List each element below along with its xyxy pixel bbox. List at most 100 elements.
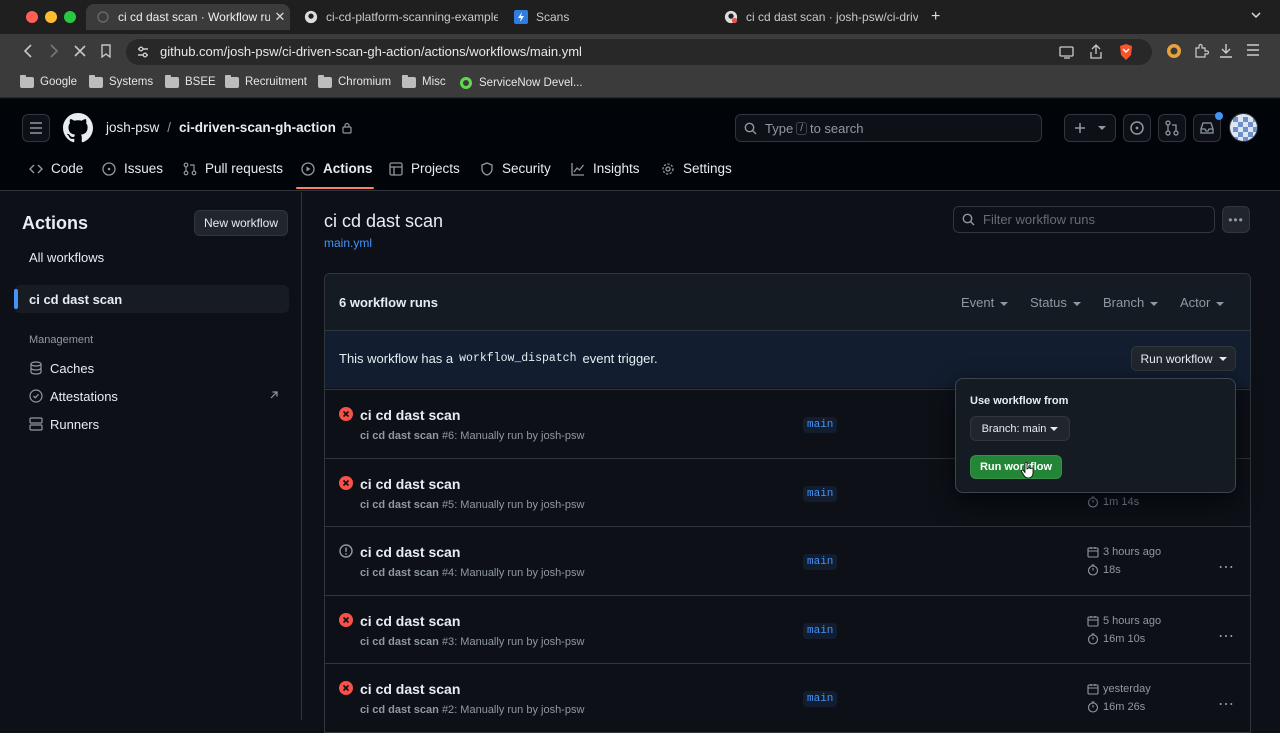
run-workflow-name: ci cd dast scan [360,635,439,648]
bookmark-icon[interactable] [100,44,112,58]
bookmark-recruitment[interactable]: Recruitment [225,74,307,88]
run-workflow-submit-button[interactable]: Run workflow [970,455,1062,479]
browser-tab-run[interactable]: ci cd dast scan · josh-psw/ci-driven [714,4,918,30]
bookmark-servicenow[interactable]: ServiceNow Devel... [459,76,583,90]
run-title[interactable]: ci cd dast scan [360,681,460,697]
loading-icon [96,10,110,24]
cast-icon[interactable] [1059,45,1075,59]
branch-label[interactable]: main [803,691,838,707]
github-logo-icon[interactable] [63,113,93,143]
close-window-button[interactable] [26,11,38,23]
menu-icon[interactable] [1246,44,1260,56]
branch-label[interactable]: main [803,417,838,433]
bookmark-misc[interactable]: Misc [402,74,446,88]
owner-link[interactable]: josh-psw [106,120,159,135]
share-icon[interactable] [1089,44,1103,60]
run-title[interactable]: ci cd dast scan [360,476,460,492]
lock-icon [342,122,352,134]
new-tab-button[interactable]: + [931,8,940,26]
bookmark-google[interactable]: Google [20,74,77,88]
table-row[interactable]: ci cd dast scan ci cd dast scan #3: Manua… [325,594,1250,663]
zoom-window-button[interactable] [64,11,76,23]
search-input[interactable]: Type / to search [735,114,1042,142]
forward-icon[interactable] [48,44,60,58]
sidebar-item-attestations[interactable]: Attestations [14,382,289,410]
address-bar[interactable]: github.com/josh-psw/ci-driven-scan-gh-ac… [126,39,1152,65]
site-settings-icon[interactable] [136,45,150,59]
shield-icon [480,161,502,176]
filter-actor[interactable]: Actor [1180,295,1225,310]
back-icon[interactable] [22,44,34,58]
bookmark-bsee[interactable]: BSEE [165,74,216,88]
issues-icon[interactable] [1123,114,1151,142]
downloads-icon[interactable] [1219,43,1233,59]
avatar[interactable] [1229,113,1258,142]
workflow-file-link[interactable]: main.yml [324,236,372,250]
run-number: #3 [441,635,455,648]
stop-circle-icon [339,544,353,558]
tab-code[interactable]: Code [29,161,83,176]
tab-insights[interactable]: Insights [571,161,640,176]
filter-branch[interactable]: Branch [1103,295,1159,310]
run-workflow-dropdown-button[interactable]: Run workflow [1131,346,1236,371]
branch-select-button[interactable]: Branch: main [970,416,1070,441]
run-duration: 1m 14s [1087,496,1139,508]
branch-label[interactable]: main [803,554,838,570]
close-tab-icon[interactable]: ✕ [270,9,290,25]
run-options-button[interactable]: ⋯ [1218,557,1235,577]
sidebar-item-all-workflows[interactable]: All workflows [14,243,289,271]
run-title[interactable]: ci cd dast scan [360,613,460,629]
browser-tab-strip: ci cd dast scan · Workflow runs ✕ ci-cd-… [0,0,1280,34]
extensions-icon[interactable] [1193,43,1209,59]
sidebar-item-selected-workflow[interactable]: ci cd dast scan [14,285,289,313]
run-number: #2 [441,704,455,716]
tab-settings[interactable]: Settings [661,161,732,176]
stop-loading-icon[interactable] [73,44,87,58]
table-row[interactable]: ci cd dast scan ci cd dast scan #4: Manua… [325,526,1250,594]
play-icon [301,161,323,176]
run-trigger: : Manually run by josh-psw [454,430,585,442]
filter-status[interactable]: Status [1030,295,1081,310]
run-title[interactable]: ci cd dast scan [360,544,460,560]
more-options-button[interactable]: ••• [1222,206,1250,233]
bookmark-chromium[interactable]: Chromium [318,74,391,88]
search-shortcut-key: / [796,121,807,135]
repo-link[interactable]: ci-driven-scan-gh-action [179,120,336,135]
brave-shield-icon[interactable] [1118,43,1134,61]
hamburger-menu-button[interactable] [22,114,50,142]
code-icon [29,162,51,176]
wallet-icon[interactable] [1166,43,1182,59]
filter-event[interactable]: Event [961,295,1009,310]
tab-projects[interactable]: Projects [389,161,460,176]
tab-actions[interactable]: Actions [301,161,373,176]
minimize-window-button[interactable] [45,11,57,23]
caret-down-icon [1218,356,1227,361]
tab-pull-requests[interactable]: Pull requests [183,161,283,176]
tab-security[interactable]: Security [480,161,551,176]
create-new-button[interactable] [1064,114,1116,142]
new-workflow-button[interactable]: New workflow [194,210,288,236]
browser-tab-repo[interactable]: ci-cd-platform-scanning-example [294,4,498,30]
verified-icon [29,389,43,403]
stopwatch-icon [1087,701,1103,713]
sidebar-item-caches[interactable]: Caches [14,354,289,382]
run-options-button[interactable]: ⋯ [1218,626,1235,646]
table-row[interactable]: ci cd dast scan ci cd dast scan #2: Manua… [325,663,1250,731]
run-options-button[interactable]: ⋯ [1218,694,1235,714]
run-title[interactable]: ci cd dast scan [360,407,460,423]
pull-requests-icon[interactable] [1158,114,1186,142]
sidebar-item-runners[interactable]: Runners [14,410,289,438]
inbox-icon[interactable] [1193,112,1223,142]
search-icon [744,122,757,135]
tab-search-icon[interactable] [1250,9,1262,21]
folder-icon [20,74,34,88]
browser-tab-scans[interactable]: Scans [504,4,708,30]
branch-label[interactable]: main [803,485,838,502]
graph-icon [571,162,593,176]
browser-tab-workflow-runs[interactable]: ci cd dast scan · Workflow runs ✕ [86,4,290,30]
filter-workflow-runs-input[interactable]: Filter workflow runs [953,206,1215,233]
management-heading: Management [29,334,94,346]
tab-issues[interactable]: Issues [102,161,163,176]
bookmark-systems[interactable]: Systems [89,74,153,88]
branch-label[interactable]: main [803,622,838,639]
